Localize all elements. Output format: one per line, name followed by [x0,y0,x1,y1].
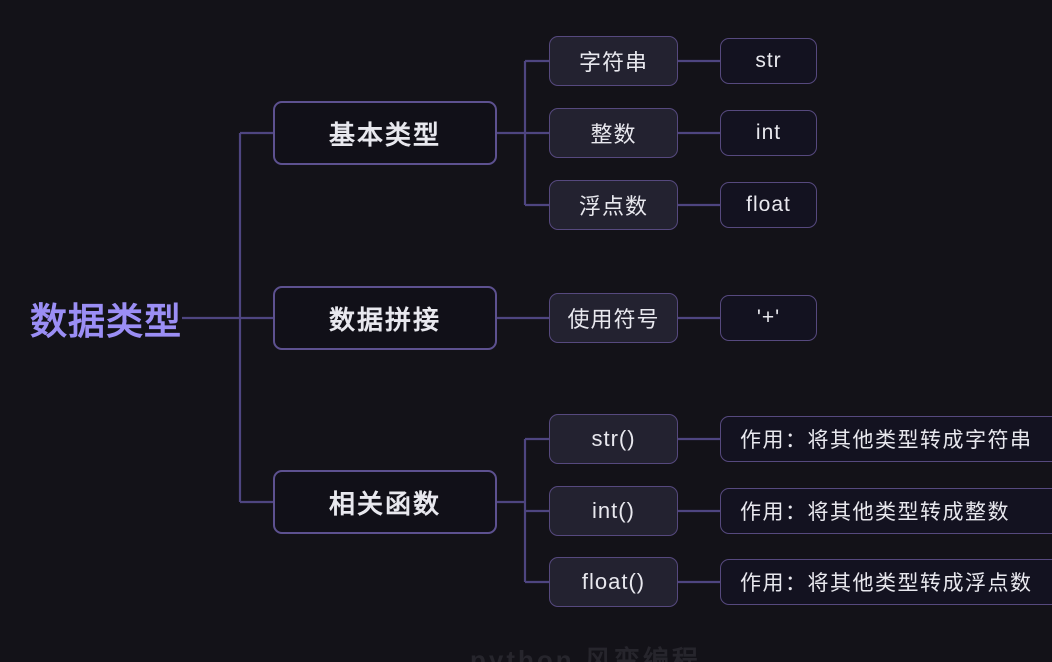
child-node-2-2[interactable]: float() [549,557,678,607]
child-node-2-1[interactable]: int() [549,486,678,536]
child-node-1-0[interactable]: 使用符号 [549,293,678,343]
leaf-node-2-2[interactable]: 作用：将其他类型转成浮点数 [720,559,1052,605]
mindmap-canvas: 数据类型 基本类型 字符串 str 整数 int 浮点数 float 数据拼接 使用符号 '+' 相关… [0,0,1052,662]
watermark-text: python 风变编程 [470,645,701,662]
child-node-0-0[interactable]: 字符串 [549,36,678,86]
child-node-0-2[interactable]: 浮点数 [549,180,678,230]
leaf-node-2-1[interactable]: 作用：将其他类型转成整数 [720,488,1052,534]
child-node-2-0[interactable]: str() [549,414,678,464]
child-node-0-1[interactable]: 整数 [549,108,678,158]
branch-node-2[interactable]: 相关函数 [273,470,497,534]
leaf-node-1-0[interactable]: '+' [720,295,817,341]
leaf-node-0-0[interactable]: str [720,38,817,84]
root-node-label[interactable]: 数据类型 [30,295,182,342]
leaf-node-2-0[interactable]: 作用：将其他类型转成字符串 [720,416,1052,462]
leaf-node-0-2[interactable]: float [720,182,817,228]
leaf-node-0-1[interactable]: int [720,110,817,156]
branch-node-1[interactable]: 数据拼接 [273,286,497,350]
branch-node-0[interactable]: 基本类型 [273,101,497,165]
